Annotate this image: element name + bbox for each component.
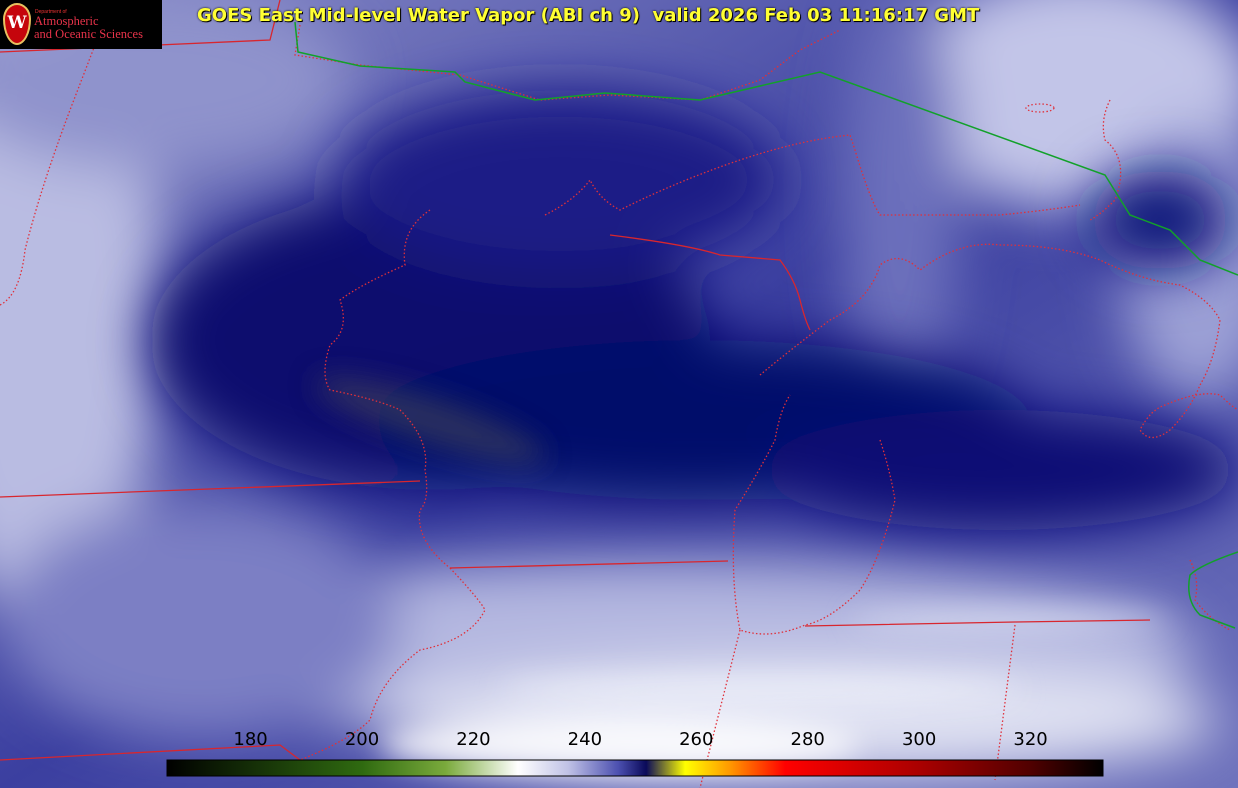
colorbar-backdrop <box>0 718 1238 788</box>
colorbar-tick-200: 200 <box>344 729 380 750</box>
satellite-map-view: W Department of Atmospheric and Oceanic … <box>0 0 1238 788</box>
image-title: GOES East Mid-level Water Vapor (ABI ch … <box>197 5 980 26</box>
colorbar-tick-320: 320 <box>1013 729 1048 750</box>
water-vapor-imagery <box>0 0 1238 788</box>
colorbar-tick-260: 260 <box>679 729 714 750</box>
uw-crest-icon: W <box>3 3 31 45</box>
colorbar-tick-180: 180 <box>233 729 268 750</box>
colorbar-tick-300: 300 <box>901 729 937 750</box>
colorbar-tick-220: 220 <box>456 729 491 750</box>
uw-aos-logo: W Department of Atmospheric and Oceanic … <box>0 0 162 49</box>
logo-line-2: and Oceanic Sciences <box>34 27 143 41</box>
colorbar-tick-280: 280 <box>790 729 825 750</box>
colorbar-tick-240: 240 <box>567 729 603 750</box>
